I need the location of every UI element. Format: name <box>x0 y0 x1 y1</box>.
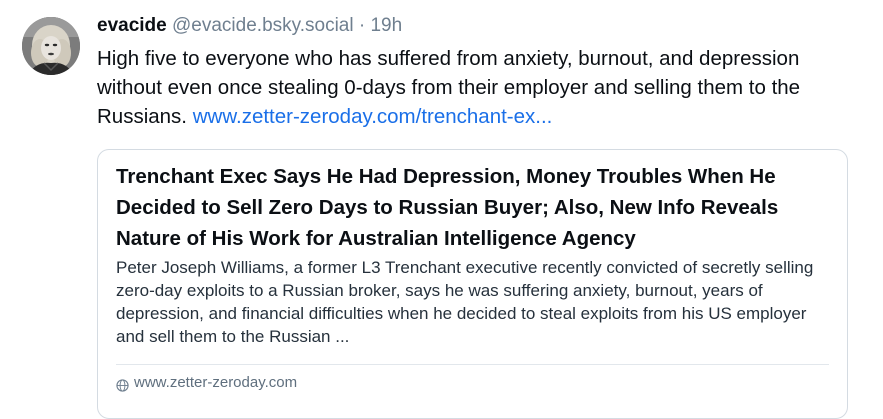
globe-icon <box>116 377 129 392</box>
post-header: evacide @evacide.bsky.social · 19h <box>97 12 857 40</box>
post-text: High five to everyone who has suffered f… <box>97 44 837 131</box>
author-display-name[interactable]: evacide <box>97 15 167 36</box>
post: evacide @evacide.bsky.social · 19h High … <box>0 0 883 419</box>
card-description: Peter Joseph Williams, a former L3 Trenc… <box>116 258 814 346</box>
card-domain: www.zetter-zeroday.com <box>116 372 297 394</box>
post-timestamp[interactable]: 19h <box>370 15 402 36</box>
post-content: evacide @evacide.bsky.social · 19h High … <box>97 12 857 131</box>
post-link[interactable]: www.zetter-zeroday.com/trenchant-ex... <box>193 105 553 128</box>
card-domain-text: www.zetter-zeroday.com <box>134 374 298 391</box>
card-title: Trenchant Exec Says He Had Depression, M… <box>116 165 779 250</box>
link-preview-card[interactable]: Trenchant Exec Says He Had Depression, M… <box>97 149 848 419</box>
avatar-image <box>22 17 80 75</box>
author-handle[interactable]: @evacide.bsky.social <box>172 15 354 36</box>
separator-dot: · <box>358 15 366 36</box>
card-divider <box>116 364 829 365</box>
avatar[interactable] <box>22 17 80 75</box>
